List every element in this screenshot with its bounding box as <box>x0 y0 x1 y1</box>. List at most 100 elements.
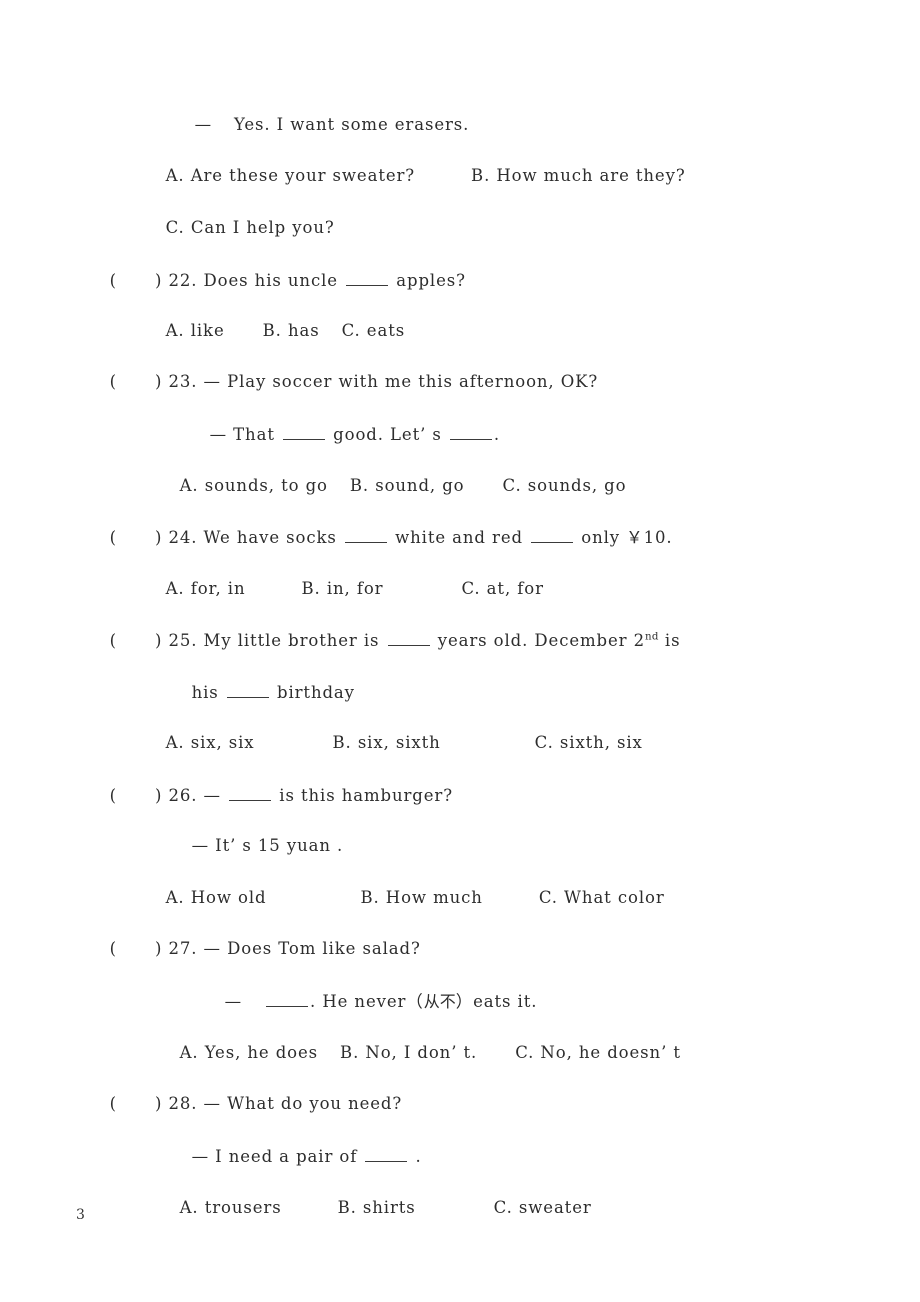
em-dash-icon: — <box>194 114 212 134</box>
question-23-number: 23. <box>168 371 198 391</box>
question-21-option-b: B. How much are they? <box>471 165 686 185</box>
question-23-stem: () 23. — Play soccer with me this aftern… <box>85 357 598 407</box>
question-28-option-b: B. shirts <box>337 1197 416 1217</box>
fill-in-blank <box>387 632 430 646</box>
question-25-option-b: B. six, sixth <box>332 732 441 752</box>
question-27-stem: () 27. — Does Tom like salad? <box>85 924 421 974</box>
question-24-options: A. for, in B. in, for C. at, for <box>141 564 544 614</box>
question-23-reply-after: . <box>493 424 501 444</box>
question-22-stem-before: Does his uncle <box>203 270 338 290</box>
question-23-reply-middle: good. Let’ s <box>333 424 442 444</box>
question-26-stem: () 26. — is this hamburger? <box>85 770 453 821</box>
question-21-option-a: A. Are these your sweater? <box>165 165 416 185</box>
question-22-option-a: A. like <box>165 320 225 340</box>
fill-in-blank <box>449 426 492 440</box>
question-28-reply-line: — I need a pair of . <box>167 1131 422 1182</box>
question-27-options: A. Yes, he does B. No, I don’ t. C. No, he… <box>155 1028 681 1078</box>
question-21-reply-text: Yes. I want some erasers. <box>234 114 470 134</box>
question-26-option-c: C. What color <box>538 887 665 907</box>
question-24-stem-part2: white and red <box>395 527 523 547</box>
question-23-stem-text: Play soccer with me this afternoon, OK? <box>227 371 599 391</box>
question-28-reply-after: . <box>415 1146 422 1166</box>
question-27-reply-after-1: He never（ <box>322 991 424 1011</box>
question-22-options: A. like B. has C. eats <box>141 306 405 356</box>
answer-bracket-close: ) <box>154 371 163 391</box>
question-28-options: A. trousers B. shirts C. sweater <box>155 1183 592 1233</box>
question-28-stem: () 28. — What do you need? <box>85 1079 402 1129</box>
em-dash-icon: — <box>191 835 209 855</box>
answer-bracket-open: ( <box>109 630 117 650</box>
question-23-options: A. sounds, to go B. sound, go C. sounds, g… <box>155 461 626 511</box>
question-28-option-a: A. trousers <box>179 1197 282 1217</box>
question-23-reply-before: That <box>233 424 275 444</box>
question-25-stem-line2-after: birthday <box>276 682 355 702</box>
question-25-stem-part1: My little brother is <box>203 630 380 650</box>
question-24-stem-part3: only ￥10. <box>581 527 673 547</box>
question-26-options: A. How old B. How much C. What color <box>141 873 665 923</box>
question-26-option-a: A. How old <box>165 887 267 907</box>
question-22-option-b: B. has <box>262 320 320 340</box>
question-25-stem-part3: is <box>664 630 681 650</box>
question-23-option-a: A. sounds, to go <box>179 475 328 495</box>
question-26-stem-after: is this hamburger? <box>279 785 453 805</box>
question-26-reply-line: — It’ s 15 yuan . <box>167 821 343 871</box>
fill-in-blank <box>229 787 272 801</box>
question-25-stem-line2-before: his <box>191 682 219 702</box>
exam-page: — Yes. I want some erasers. A. Are these … <box>0 0 920 1302</box>
question-25-option-a: A. six, six <box>165 732 255 752</box>
em-dash-icon: — <box>203 938 221 958</box>
question-23-option-c: C. sounds, go <box>502 475 627 495</box>
question-24-option-c: C. at, for <box>461 578 544 598</box>
question-21-option-c: C. Can I help you? <box>165 217 335 237</box>
question-25-number: 25. <box>168 630 198 650</box>
fill-in-blank <box>346 272 389 286</box>
question-27-reply-after-2: ）eats it. <box>455 991 538 1011</box>
question-24-option-a: A. for, in <box>165 578 246 598</box>
fill-in-blank <box>266 993 308 1007</box>
question-28-reply-before: I need a pair of <box>215 1146 358 1166</box>
answer-bracket-open: ( <box>109 527 117 547</box>
question-27-option-b: B. No, I don’ t. <box>340 1042 478 1062</box>
question-22-stem: () 22. Does his uncle apples? <box>85 255 466 306</box>
question-22-stem-after: apples? <box>396 270 466 290</box>
em-dash-icon: — <box>191 1146 209 1166</box>
em-dash-icon: — <box>209 424 227 444</box>
answer-bracket-close: ) <box>154 785 163 805</box>
question-28-number: 28. <box>168 1093 198 1113</box>
answer-bracket-open: ( <box>109 938 117 958</box>
em-dash-icon: — <box>224 991 242 1011</box>
em-dash-icon: — <box>203 371 221 391</box>
answer-bracket-open: ( <box>109 371 117 391</box>
answer-bracket-open: ( <box>109 785 117 805</box>
question-21-options-row-1: A. Are these your sweater? B. How much ar… <box>141 151 686 201</box>
question-28-option-c: C. sweater <box>493 1197 592 1217</box>
question-21-options-row-2: C. Can I help you? <box>141 203 335 253</box>
question-24-number: 24. <box>168 527 198 547</box>
question-27-reply-line: —. He never（从不）eats it. <box>200 976 537 1027</box>
question-25-stem-part2: years old. December 2 <box>437 630 646 650</box>
answer-bracket-close: ) <box>154 1093 163 1113</box>
question-25-stem: () 25. My little brother is years old. D… <box>85 615 680 666</box>
fill-in-blank <box>283 426 326 440</box>
question-27-stem-text: Does Tom like salad? <box>227 938 421 958</box>
em-dash-icon: — <box>203 785 221 805</box>
question-24-stem: () 24. We have socks white and red only … <box>85 512 673 563</box>
question-26-number: 26. <box>168 785 198 805</box>
question-25-stem-line2: his birthday <box>167 667 355 718</box>
fill-in-blank <box>226 684 269 698</box>
question-27-reply-before: . <box>310 991 317 1011</box>
question-27-number: 27. <box>168 938 198 958</box>
question-24-option-b: B. in, for <box>301 578 384 598</box>
question-26-option-b: B. How much <box>360 887 483 907</box>
fill-in-blank <box>365 1148 408 1162</box>
answer-bracket-close: ) <box>154 527 163 547</box>
answer-bracket-close: ) <box>154 630 163 650</box>
question-23-option-b: B. sound, go <box>349 475 465 495</box>
question-25-options: A. six, six B. six, sixth C. sixth, six <box>141 718 643 768</box>
question-22-number: 22. <box>168 270 198 290</box>
fill-in-blank <box>531 529 574 543</box>
question-27-option-a: A. Yes, he does <box>179 1042 319 1062</box>
answer-bracket-close: ) <box>154 938 163 958</box>
question-22-option-c: C. eats <box>341 320 406 340</box>
question-27-option-c: C. No, he doesn’ t <box>515 1042 681 1062</box>
